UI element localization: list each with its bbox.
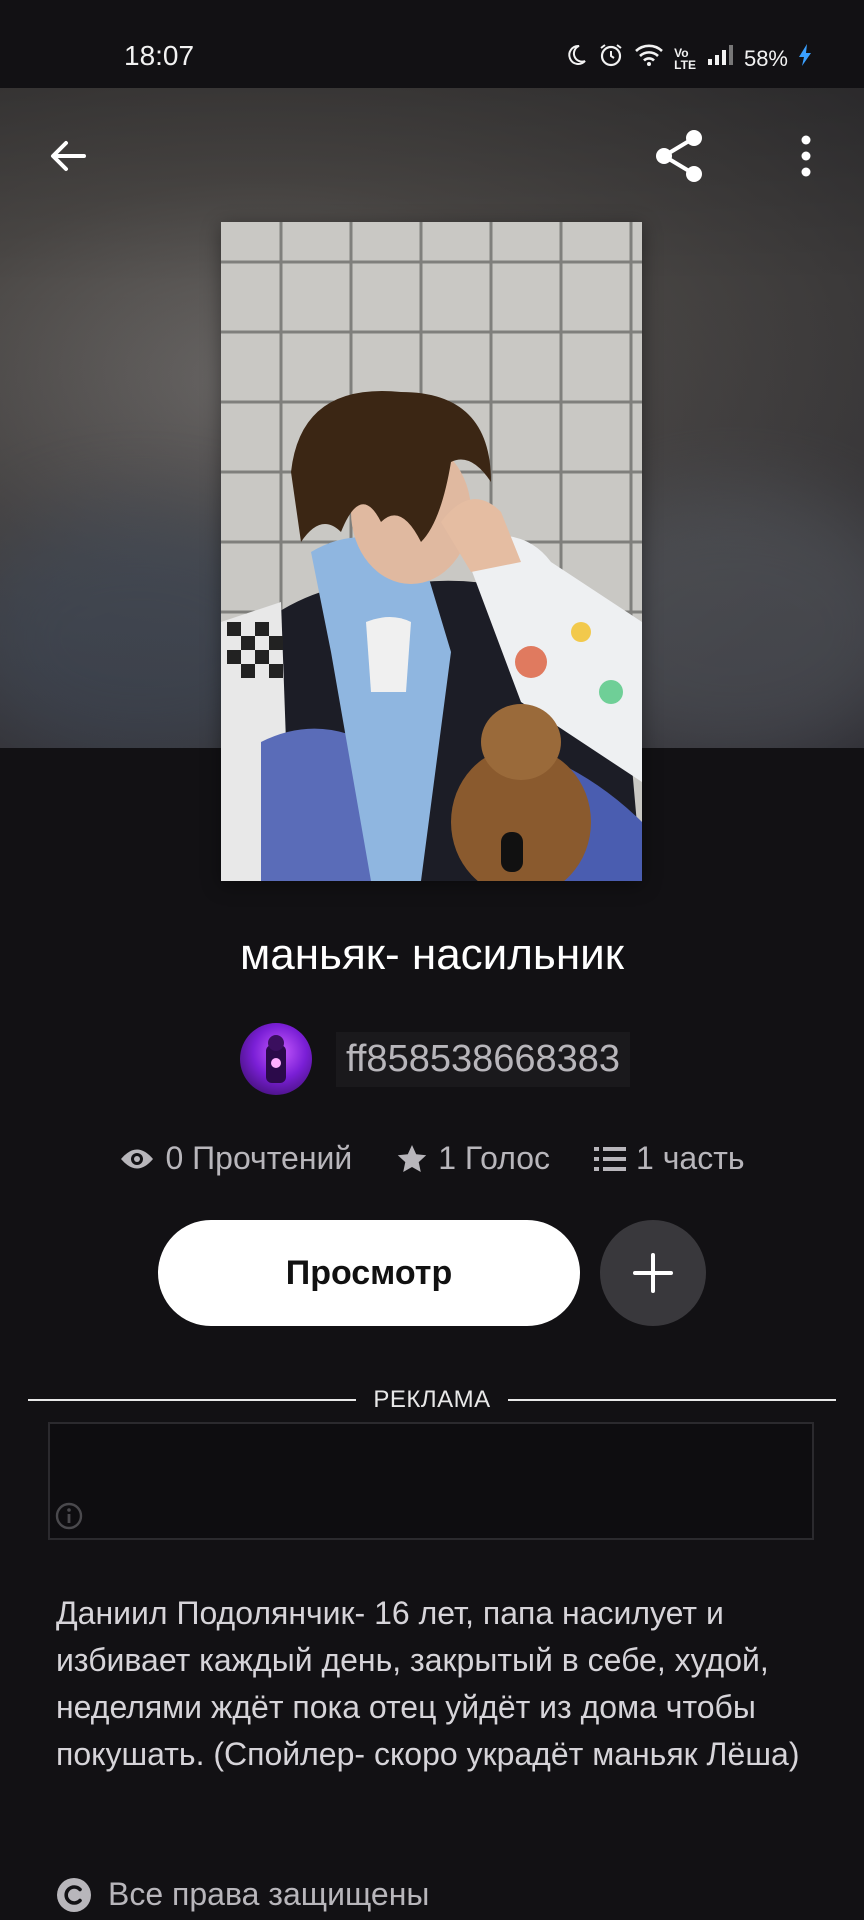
eye-icon (121, 1149, 154, 1168)
signal-icon (706, 44, 734, 73)
share-button[interactable] (648, 124, 712, 188)
read-button[interactable]: Просмотр (158, 1220, 580, 1326)
arrow-left-icon (51, 141, 86, 171)
avatar[interactable] (240, 1023, 312, 1095)
story-cover-image[interactable] (221, 222, 642, 881)
status-icons: Vo LTE 58% (564, 42, 812, 75)
share-icon (656, 130, 702, 182)
story-stats: 0 Прочтений 1 Голос 1 часть (0, 1140, 864, 1177)
more-vertical-icon (801, 135, 811, 177)
votes-count: 1 Голос (438, 1140, 551, 1176)
votes-stat: 1 Голос (396, 1140, 550, 1177)
status-time: 18:07 (124, 40, 195, 71)
story-title: маньяк- насильник (240, 930, 624, 979)
parts-stat: 1 часть (594, 1140, 745, 1177)
plus-icon (633, 1253, 673, 1293)
author-name[interactable]: ff858538668383 (336, 1031, 631, 1087)
alarm-icon (598, 42, 624, 75)
reads-count: 0 Прочтений (165, 1140, 353, 1176)
copyright-row: Все права защищены (56, 1876, 429, 1913)
info-icon[interactable] (54, 1501, 84, 1536)
list-icon (594, 1146, 627, 1171)
author-row[interactable]: ff858538668383 (240, 1022, 631, 1096)
moon-icon (564, 43, 588, 74)
battery-charging-icon (798, 43, 812, 74)
status-bar: 18:07 Vo LTE 58% (0, 0, 864, 88)
wifi-icon (634, 43, 664, 74)
divider (508, 1399, 836, 1401)
back-button[interactable] (36, 124, 100, 188)
reads-stat: 0 Прочтений (119, 1140, 352, 1177)
ad-header: РЕКЛАМА (28, 1382, 836, 1418)
volte-icon: Vo LTE (674, 45, 696, 72)
more-button[interactable] (774, 124, 838, 188)
star-icon (398, 1144, 427, 1172)
parts-count: 1 часть (636, 1140, 745, 1176)
copyright-icon (57, 1877, 91, 1912)
story-description: Даниил Подолянчик- 16 лет, папа насилует… (56, 1595, 800, 1772)
copyright-text: Все права защищены (108, 1876, 430, 1912)
battery-percent: 58% (743, 45, 788, 71)
add-to-library-button[interactable] (600, 1220, 706, 1326)
ad-slot[interactable] (48, 1422, 814, 1540)
